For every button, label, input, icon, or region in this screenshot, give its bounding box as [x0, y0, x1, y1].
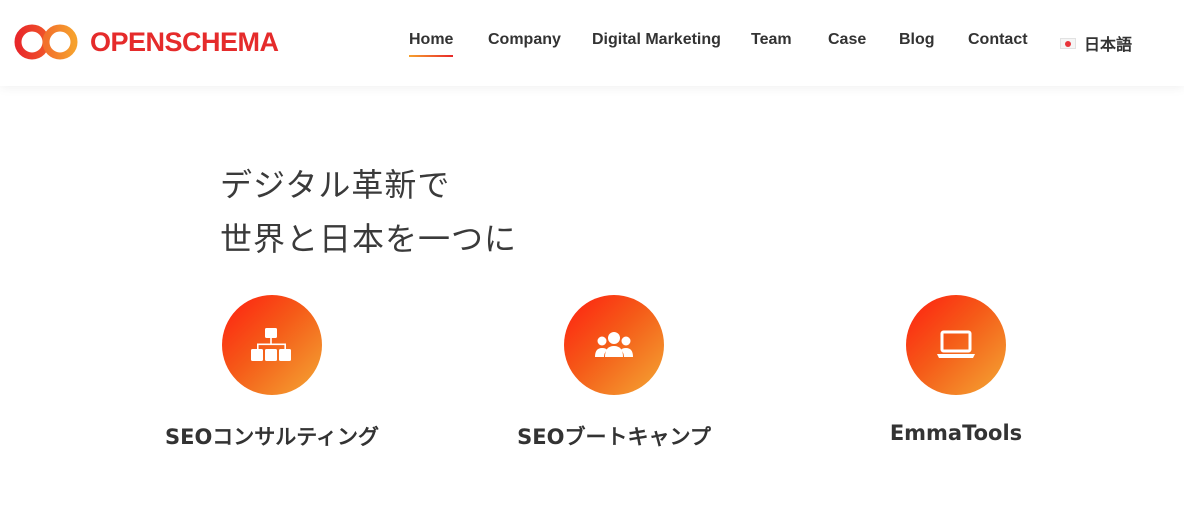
japan-flag-icon: [1060, 37, 1076, 49]
hero-section: デジタル革新で 世界と日本を一つに: [220, 158, 517, 266]
service-icon-circle: [222, 295, 322, 395]
service-seo-bootcamp[interactable]: SEOブートキャンプ: [464, 295, 764, 451]
service-emmatools[interactable]: EmmaTools: [806, 295, 1106, 445]
nav-contact[interactable]: Contact: [968, 31, 1028, 55]
service-seo-consulting[interactable]: SEOコンサルティング: [122, 295, 422, 451]
nav-blog[interactable]: Blog: [899, 31, 935, 55]
sitemap-icon: [251, 328, 291, 361]
users-group-icon: [595, 332, 633, 357]
language-label: 日本語: [1084, 37, 1133, 54]
nav-digital-marketing[interactable]: Digital Marketing: [592, 31, 721, 55]
nav-company[interactable]: Company: [488, 31, 561, 55]
service-title: SEOブートキャンプ: [517, 425, 711, 449]
service-title: EmmaTools: [889, 421, 1023, 445]
hero-headline-line1: デジタル革新で: [220, 166, 451, 204]
service-icon-circle: [906, 295, 1006, 395]
hero-headline-line2: 世界と日本を一つに: [220, 220, 518, 258]
service-icon-circle: [564, 295, 664, 395]
service-title: SEOコンサルティング: [164, 425, 380, 449]
language-switcher[interactable]: 日本語: [1060, 31, 1132, 55]
site-header: OPENSCHEMA Home Company Digital Marketin…: [0, 0, 1184, 86]
laptop-icon: [937, 330, 975, 358]
nav-team[interactable]: Team: [751, 31, 792, 55]
main-nav: Home Company Digital Marketing Team Case…: [0, 0, 1184, 86]
nav-case[interactable]: Case: [828, 31, 866, 55]
nav-home[interactable]: Home: [409, 31, 454, 57]
